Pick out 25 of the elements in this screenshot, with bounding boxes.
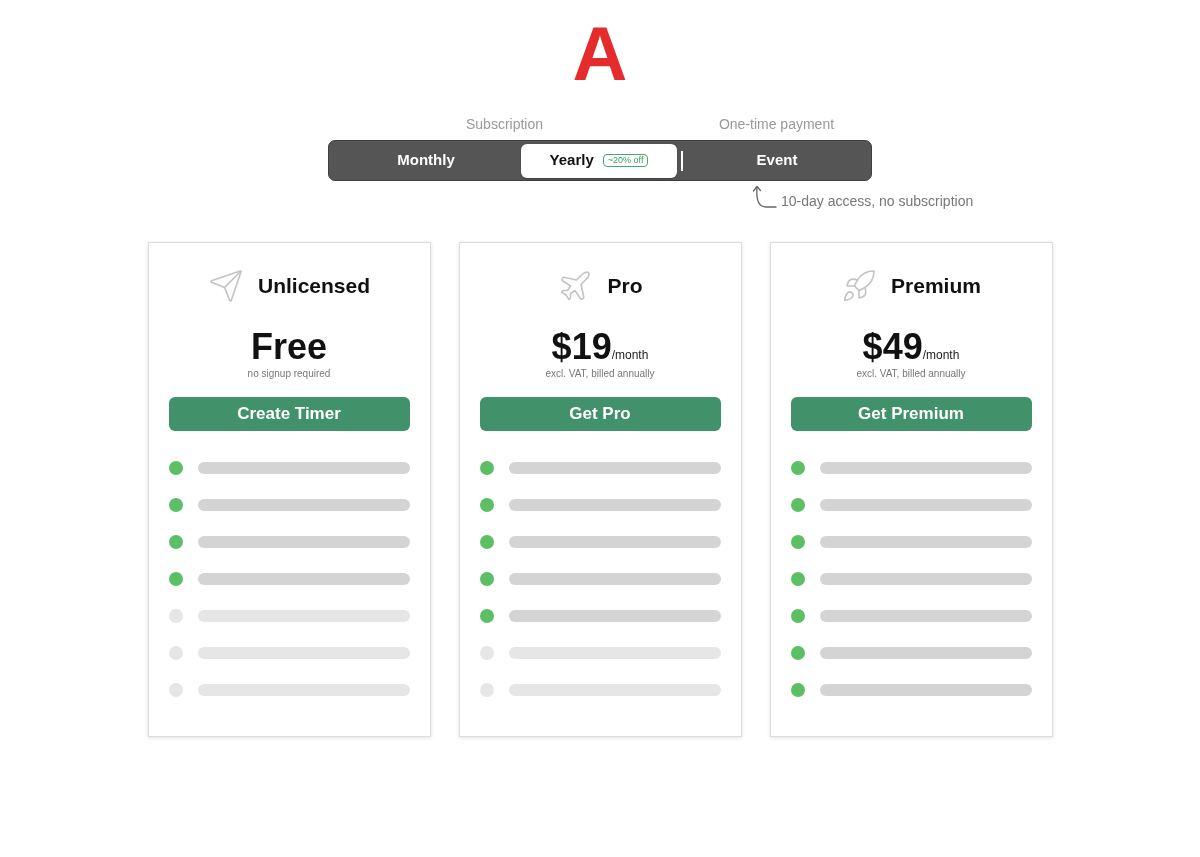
plan-button[interactable]: Get Premium	[790, 397, 1032, 431]
curved-arrow-icon	[751, 185, 777, 211]
group-label: Subscription	[465, 115, 543, 134]
plan-price: $49	[862, 327, 923, 367]
paper-plane-icon	[207, 268, 244, 304]
plan-name: Premium	[891, 273, 981, 300]
tab[interactable]: Event	[685, 143, 869, 178]
price-note: excl. VAT, billed annually	[545, 367, 655, 381]
logo: A	[572, 16, 628, 92]
discount-badge: ~20% off	[602, 154, 649, 167]
price-note: excl. VAT, billed annually	[856, 367, 966, 381]
price-note: no signup required	[247, 367, 331, 381]
tab[interactable]: Yearly ~20% off	[521, 143, 677, 178]
group-label: One-time payment	[718, 115, 835, 134]
plan-button[interactable]: Create Timer	[168, 397, 410, 431]
price-period: /month	[611, 348, 649, 362]
note-text: 10-day access, no subscription	[781, 192, 974, 211]
plan-price: Free	[250, 327, 327, 367]
tab[interactable]: Monthly	[331, 143, 521, 178]
plan-name: Pro	[607, 273, 643, 300]
plan-price: $19	[551, 327, 612, 367]
plan-button[interactable]: Get Pro	[479, 397, 721, 431]
rocket-icon	[841, 268, 878, 304]
plan-name: Unlicensed	[257, 273, 370, 300]
price-period: /month	[922, 348, 960, 362]
